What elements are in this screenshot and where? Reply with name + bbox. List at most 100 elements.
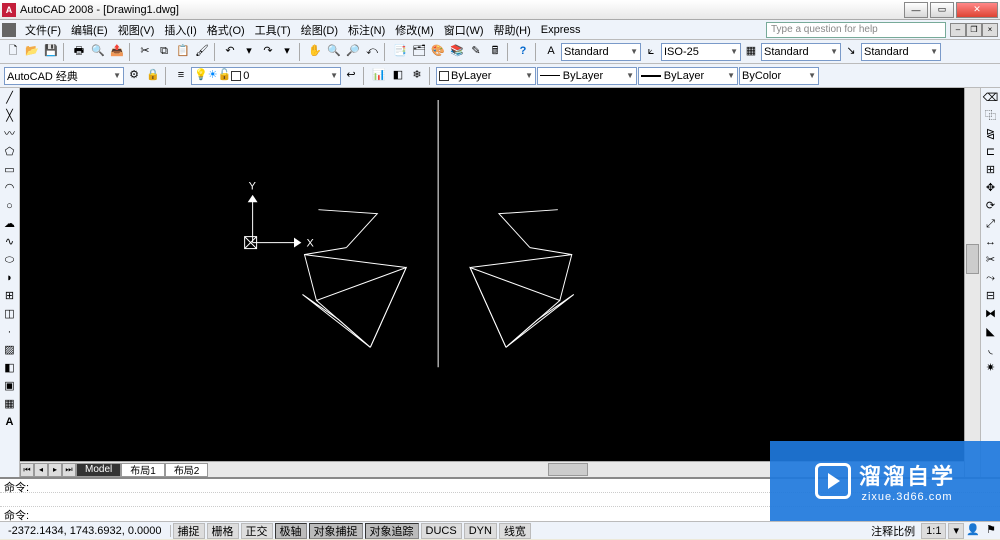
polar-toggle[interactable]: 极轴 [275,523,307,539]
layer-dropdown[interactable]: 💡☀🔓 0▼ [191,67,341,85]
rectangle-tool[interactable]: ▭ [2,162,18,178]
rotate-tool[interactable]: ⟳ [983,198,999,214]
menu-draw[interactable]: 绘图(D) [296,20,343,40]
menu-express[interactable]: Express [536,22,586,38]
break-tool[interactable]: ⊟ [983,288,999,304]
snap-toggle[interactable]: 捕捉 [173,523,205,539]
annovisibility-icon[interactable]: 👤 [964,522,982,540]
textstyle-icon[interactable]: A [542,43,560,61]
designcenter-button[interactable]: 🗂 [410,43,428,61]
menu-format[interactable]: 格式(O) [202,20,250,40]
ducs-toggle[interactable]: DUCS [421,523,462,539]
table-tool[interactable]: ▦ [2,396,18,412]
layer-states-button[interactable]: 📊 [370,67,388,85]
lineweight-dropdown[interactable]: ByLayer▼ [638,67,738,85]
tab-layout1[interactable]: 布局1 [121,463,165,477]
polyline-tool[interactable]: 〰 [2,126,18,142]
menu-view[interactable]: 视图(V) [113,20,160,40]
drawing-canvas[interactable]: X Y [20,88,964,477]
tab-first-button[interactable]: ⏮ [20,463,34,477]
trim-tool[interactable]: ✂ [983,252,999,268]
lwt-toggle[interactable]: 线宽 [499,523,531,539]
workspace-settings-button[interactable]: ⚙ [125,67,143,85]
menu-modify[interactable]: 修改(M) [390,20,439,40]
tablestyle-dropdown[interactable]: Standard▼ [761,43,841,61]
annoscale-button[interactable]: 1:1 [921,523,946,539]
publish-button[interactable]: 📤 [108,43,126,61]
undo-button[interactable]: ↶ [221,43,239,61]
erase-tool[interactable]: ⌫ [983,90,999,106]
coords-readout[interactable]: -2372.1434, 1743.6932, 0.0000 [0,525,171,537]
redo-button[interactable]: ↷ [259,43,277,61]
revcloud-tool[interactable]: ☁ [2,216,18,232]
point-tool[interactable]: · [2,324,18,340]
cut-button[interactable]: ✂ [136,43,154,61]
toolpalettes-button[interactable]: 🎨 [429,43,447,61]
arc-tool[interactable]: ◠ [2,180,18,196]
dimstyle-icon[interactable]: ⟀ [642,43,660,61]
copy-button[interactable]: ⧉ [155,43,173,61]
gradient-tool[interactable]: ◧ [2,360,18,376]
line-tool[interactable]: ╱ [2,90,18,106]
zoom-window-button[interactable]: 🔎 [344,43,362,61]
textstyle-dropdown[interactable]: Standard▼ [561,43,641,61]
save-button[interactable]: 💾 [42,43,60,61]
help-search-input[interactable]: Type a question for help [766,22,946,38]
otrack-toggle[interactable]: 对象追踪 [365,523,419,539]
makeblock-tool[interactable]: ◫ [2,306,18,322]
workspace-lock-button[interactable]: 🔒 [144,67,162,85]
zoom-previous-button[interactable]: ⤺ [363,43,381,61]
mleaderstyle-icon[interactable]: ↘ [842,43,860,61]
spline-tool[interactable]: ∿ [2,234,18,250]
offset-tool[interactable]: ⊏ [983,144,999,160]
tablestyle-icon[interactable]: ▦ [742,43,760,61]
close-button[interactable]: ✕ [956,2,998,18]
polygon-tool[interactable]: ⬠ [2,144,18,160]
menu-window[interactable]: 窗口(W) [439,20,489,40]
mdi-restore-button[interactable]: ❐ [966,23,982,37]
status-tray-icon[interactable]: ⚑ [982,522,1000,540]
quickcalc-button[interactable]: 🖩 [486,43,504,61]
ortho-toggle[interactable]: 正交 [241,523,273,539]
new-button[interactable]: 🗋 [4,43,22,61]
menu-file[interactable]: 文件(F) [20,20,66,40]
hatch-tool[interactable]: ▨ [2,342,18,358]
open-button[interactable]: 📂 [23,43,41,61]
extend-tool[interactable]: ⤳ [983,270,999,286]
scale-tool[interactable]: ⤢ [983,216,999,232]
layer-previous-button[interactable]: ↩ [342,67,360,85]
explode-tool[interactable]: ✷ [983,360,999,376]
plotstyle-dropdown[interactable]: ByColor▼ [739,67,819,85]
matchprop-button[interactable]: 🖌 [193,43,211,61]
menu-edit[interactable]: 编辑(E) [66,20,113,40]
layer-isolate-button[interactable]: ◧ [389,67,407,85]
help-button[interactable]: ? [514,43,532,61]
pan-button[interactable]: ✋ [306,43,324,61]
copy-tool[interactable]: ⿻ [983,108,999,124]
markup-button[interactable]: ✎ [467,43,485,61]
array-tool[interactable]: ⊞ [983,162,999,178]
maximize-button[interactable]: ▭ [930,2,954,18]
menu-tools[interactable]: 工具(T) [250,20,296,40]
layer-manager-button[interactable]: ≡ [172,67,190,85]
region-tool[interactable]: ▣ [2,378,18,394]
circle-tool[interactable]: ○ [2,198,18,214]
layer-freeze-button[interactable]: ❄ [408,67,426,85]
grid-toggle[interactable]: 栅格 [207,523,239,539]
tab-model[interactable]: Model [76,463,121,477]
chamfer-tool[interactable]: ◣ [983,324,999,340]
mtext-tool[interactable]: A [2,414,18,430]
join-tool[interactable]: ⧓ [983,306,999,322]
vertical-scrollbar[interactable] [964,88,980,477]
sheetset-button[interactable]: 📚 [448,43,466,61]
plot-preview-button[interactable]: 🔍 [89,43,107,61]
minimize-button[interactable]: — [904,2,928,18]
dyn-toggle[interactable]: DYN [464,523,497,539]
stretch-tool[interactable]: ↔ [983,234,999,250]
annoscale-menu-button[interactable]: ▾ [948,523,964,539]
menu-insert[interactable]: 插入(I) [159,20,201,40]
tab-layout2[interactable]: 布局2 [165,463,209,477]
color-dropdown[interactable]: ByLayer▼ [436,67,536,85]
mdi-minimize-button[interactable]: – [950,23,966,37]
tab-prev-button[interactable]: ◂ [34,463,48,477]
